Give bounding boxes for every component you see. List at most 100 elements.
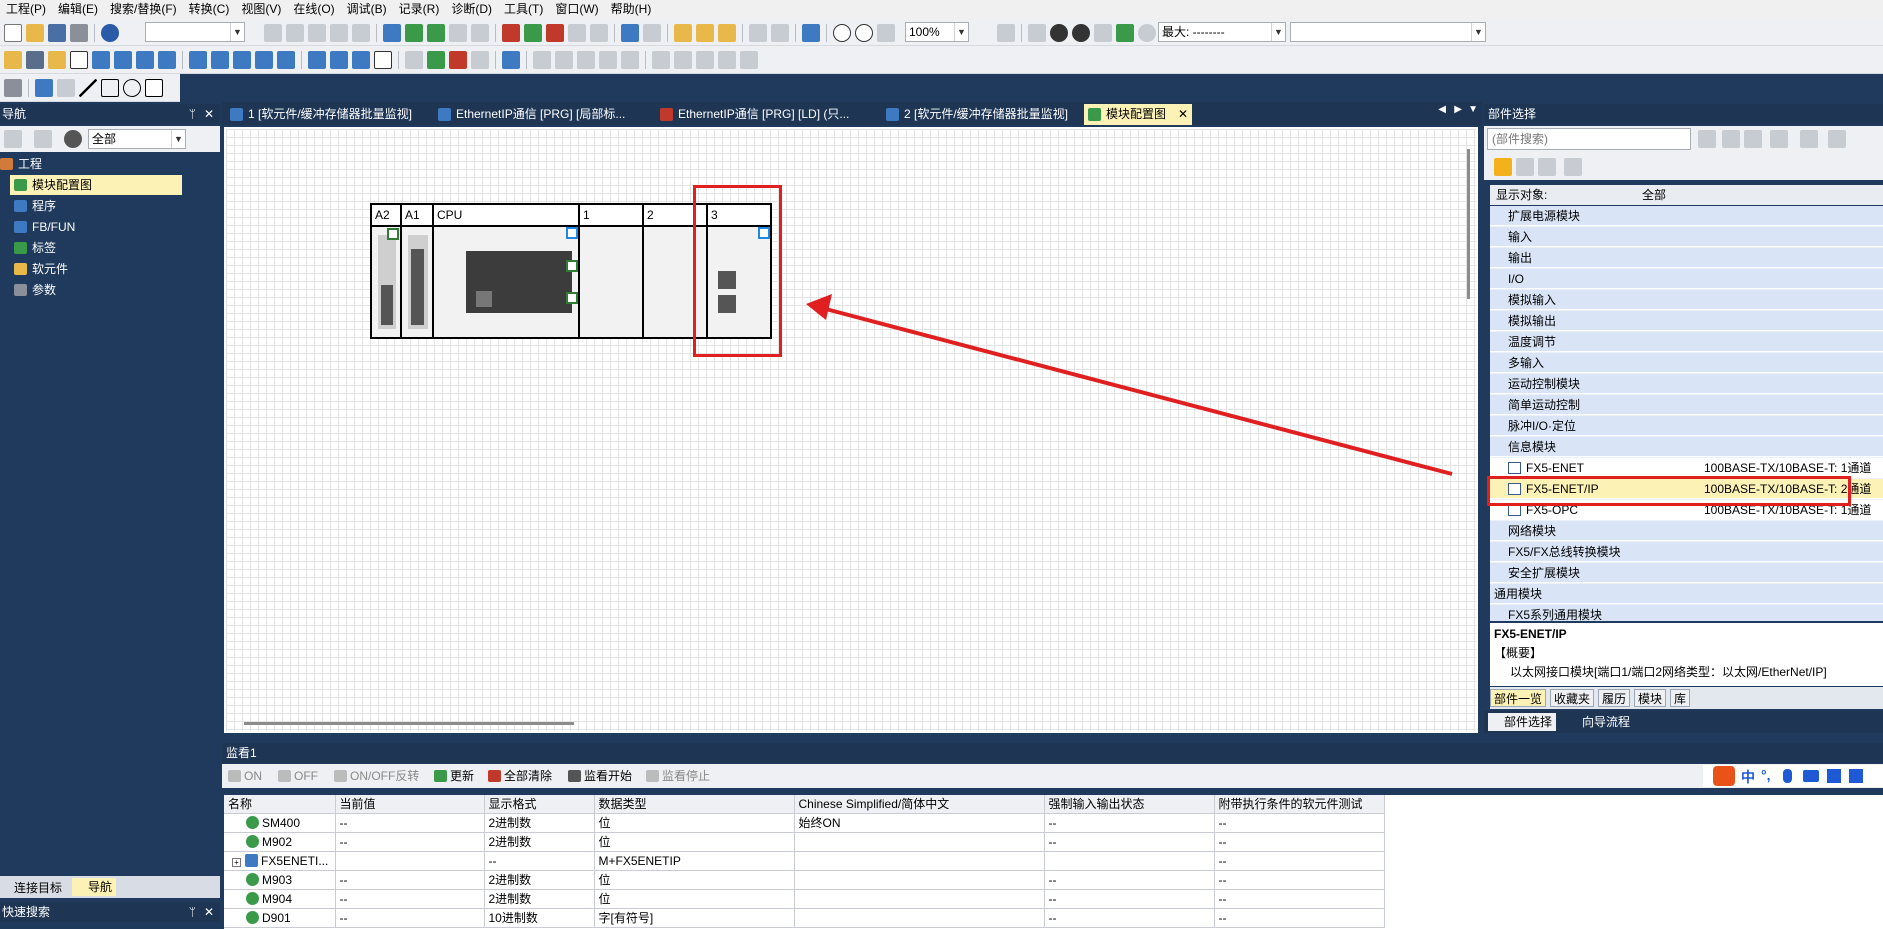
tab-module[interactable]: 模块 bbox=[1634, 689, 1667, 707]
tab-parts-selection[interactable]: 部件选择 bbox=[1488, 713, 1557, 731]
favorite-star-icon[interactable] bbox=[1494, 158, 1512, 176]
dev-icon[interactable] bbox=[189, 51, 207, 69]
nav-filter-combo[interactable]: 全部 ▼ bbox=[88, 129, 186, 149]
cell[interactable]: 位 bbox=[594, 832, 795, 852]
tree-item-label-node[interactable]: 标签 bbox=[0, 238, 182, 258]
parts-category[interactable]: 扩展电源模块 bbox=[1490, 206, 1883, 226]
check-icon[interactable] bbox=[427, 24, 445, 42]
sort-icon[interactable] bbox=[1564, 158, 1582, 176]
wizard-icon[interactable] bbox=[502, 51, 520, 69]
cell[interactable]: -- bbox=[335, 870, 485, 890]
grid-toggle-icon[interactable] bbox=[57, 79, 75, 97]
cell-name[interactable]: SM400 bbox=[224, 813, 336, 833]
tool1-icon[interactable] bbox=[533, 51, 551, 69]
column-header[interactable]: 名称 bbox=[224, 795, 336, 814]
tab-ethernetip-ld[interactable]: EthernetIP通信 [PRG] [LD] (只... bbox=[656, 104, 880, 125]
table2-icon[interactable] bbox=[277, 51, 295, 69]
cell[interactable]: 位 bbox=[594, 813, 795, 833]
layout-icon[interactable] bbox=[802, 24, 820, 42]
undo-icon[interactable] bbox=[330, 24, 348, 42]
tab-wizard-flow[interactable]: 向导流程 bbox=[1566, 713, 1630, 731]
paste-icon[interactable] bbox=[308, 24, 326, 42]
chevron-down-icon[interactable]: ▼ bbox=[230, 23, 244, 41]
line-icon[interactable] bbox=[79, 79, 97, 97]
parts-category[interactable]: 多输入 bbox=[1490, 353, 1883, 373]
read-plc-icon[interactable] bbox=[502, 24, 520, 42]
search-icon[interactable] bbox=[308, 51, 326, 69]
close-icon[interactable]: ✕ bbox=[1178, 104, 1188, 125]
parts-category[interactable]: 温度调节 bbox=[1490, 332, 1883, 352]
microphone-icon[interactable] bbox=[1783, 769, 1792, 783]
tab-favorites[interactable]: 收藏夹 bbox=[1550, 689, 1595, 707]
max-scan-combo[interactable]: 最大: -------- ▼ bbox=[1158, 22, 1286, 42]
scan-time-icon[interactable] bbox=[997, 24, 1015, 42]
status-check-icon[interactable] bbox=[1072, 24, 1090, 42]
cell[interactable]: M+FX5ENETIP bbox=[594, 851, 795, 871]
cell[interactable] bbox=[1044, 851, 1215, 871]
skin-icon[interactable] bbox=[1827, 769, 1841, 783]
tool6-icon[interactable] bbox=[652, 51, 670, 69]
menu-help[interactable]: 帮助(H) bbox=[605, 0, 658, 19]
tab-history[interactable]: 履历 bbox=[1598, 689, 1631, 707]
chevron-down-icon[interactable]: ▼ bbox=[954, 23, 968, 41]
zoom-combo[interactable]: 100% ▼ bbox=[905, 22, 969, 42]
refresh-button[interactable]: 更新 bbox=[434, 767, 474, 785]
save-icon[interactable] bbox=[48, 24, 66, 42]
pin-icon[interactable]: ᛘ bbox=[189, 104, 196, 124]
cell-name[interactable]: D901 bbox=[224, 908, 336, 928]
tab-device-monitor-1[interactable]: 1 [软元件/缓冲存储器批量监视] bbox=[226, 104, 432, 125]
ime-logo-icon[interactable] bbox=[1713, 766, 1735, 786]
cell[interactable]: -- bbox=[1044, 870, 1215, 890]
search-all-icon[interactable] bbox=[1744, 130, 1762, 148]
horizontal-scrollbar[interactable] bbox=[244, 722, 574, 725]
chevron-down-icon[interactable]: ▼ bbox=[171, 130, 185, 148]
window2-icon[interactable] bbox=[771, 24, 789, 42]
chevron-right-icon[interactable]: ▶ bbox=[1454, 104, 1462, 115]
replace-icon[interactable] bbox=[330, 51, 348, 69]
cell[interactable]: 2进制数 bbox=[484, 832, 595, 852]
connector-green-icon[interactable] bbox=[387, 228, 399, 240]
print-preview-icon[interactable] bbox=[4, 79, 22, 97]
tool3-icon[interactable] bbox=[577, 51, 595, 69]
cell[interactable]: 始终ON bbox=[794, 813, 1045, 833]
ladder-icon[interactable] bbox=[643, 24, 661, 42]
parts-search-input[interactable]: (部件搜索) bbox=[1487, 128, 1691, 150]
cell[interactable]: -- bbox=[1214, 851, 1385, 871]
fb-icon[interactable] bbox=[70, 51, 88, 69]
menu-find-replace[interactable]: 搜索/替换(F) bbox=[104, 0, 183, 19]
menu-debug[interactable]: 调试(B) bbox=[341, 0, 393, 19]
comment-icon[interactable] bbox=[255, 51, 273, 69]
parts-category[interactable]: 运动控制模块 bbox=[1490, 374, 1883, 394]
tool9-icon[interactable] bbox=[718, 51, 736, 69]
ellipse-icon[interactable] bbox=[123, 79, 141, 97]
tree-item-parameter[interactable]: 参数 bbox=[0, 280, 182, 300]
menu-online[interactable]: 在线(O) bbox=[287, 0, 340, 19]
tab-navigation[interactable]: 导航 bbox=[72, 878, 117, 896]
module-slot-a2[interactable]: A2 bbox=[370, 203, 402, 339]
watch-start-button[interactable]: 监看开始 bbox=[568, 767, 632, 785]
network-status-icon[interactable] bbox=[1116, 24, 1134, 42]
on-button[interactable]: ON bbox=[228, 767, 262, 785]
tab-ethernetip-local-label[interactable]: EthernetIP通信 [PRG] [局部标... bbox=[434, 104, 654, 125]
cell[interactable] bbox=[794, 908, 1045, 928]
ime-language[interactable]: 中 bbox=[1741, 767, 1755, 787]
parts-category[interactable]: 简单运动控制 bbox=[1490, 395, 1883, 415]
clear-all-button[interactable]: 全部清除 bbox=[488, 767, 552, 785]
new-file-icon[interactable] bbox=[4, 24, 22, 42]
grid-icon[interactable] bbox=[114, 51, 132, 69]
expand-icon[interactable] bbox=[1800, 130, 1818, 148]
parts-category[interactable]: I/O bbox=[1490, 269, 1883, 289]
column-header[interactable]: 附带执行条件的软元件测试 bbox=[1214, 795, 1385, 814]
tree-layout-icon[interactable] bbox=[34, 130, 52, 148]
connector-green-icon[interactable] bbox=[566, 260, 578, 272]
tool7-icon[interactable] bbox=[674, 51, 692, 69]
cell[interactable] bbox=[794, 851, 1045, 871]
cell[interactable]: -- bbox=[1044, 813, 1215, 833]
menu-convert[interactable]: 转换(C) bbox=[183, 0, 236, 19]
folder-icon[interactable] bbox=[1516, 158, 1534, 176]
dev-icon[interactable] bbox=[621, 24, 639, 42]
chevron-down-icon[interactable]: ▼ bbox=[1471, 23, 1485, 41]
cell[interactable]: -- bbox=[1214, 889, 1385, 909]
collapse-icon[interactable] bbox=[1828, 130, 1846, 148]
rebuild-icon[interactable] bbox=[405, 24, 423, 42]
